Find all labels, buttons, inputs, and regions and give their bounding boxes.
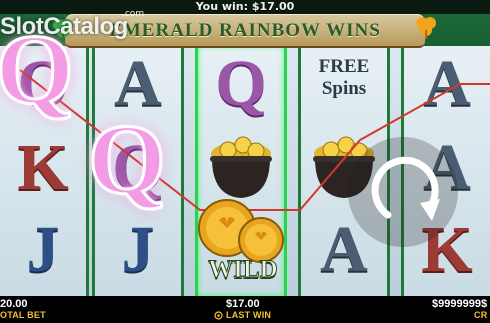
slot-game-screen: Q K J A Q J Q FREE Spins A A A K Q Q WIL…	[0, 0, 490, 323]
wild-label: WILD	[208, 256, 278, 284]
wild-symbol: WILD	[191, 198, 295, 294]
symbol-q: Q	[215, 47, 267, 120]
last-win-value: $17.00	[226, 298, 260, 310]
symbol-a: A	[423, 47, 471, 120]
spin-button[interactable]	[348, 137, 458, 247]
symbol-j: J	[121, 213, 155, 286]
last-win-label: LAST WIN	[226, 310, 272, 320]
watermark-brand: SlotCatalog	[0, 13, 128, 40]
spin-arrow-icon	[371, 156, 440, 221]
highlighted-q-symbol: Q	[87, 104, 168, 215]
total-bet-value: 20.00	[0, 298, 28, 310]
symbol-k: K	[17, 131, 69, 204]
clover-icon	[416, 17, 436, 39]
credit-value: $9999999$	[432, 298, 488, 310]
slotcatalog-watermark: .com SlotCatalog	[0, 3, 160, 40]
credit-label: CR	[474, 310, 488, 320]
last-win-icon	[214, 311, 223, 320]
free-spins-symbol: FREE Spins	[301, 56, 387, 100]
pot-of-gold-icon	[210, 136, 272, 198]
total-bet-label[interactable]: OTAL BET	[0, 310, 46, 320]
symbol-j: J	[26, 213, 60, 286]
free-spins-line2: Spins	[321, 78, 367, 99]
bottom-control-bar: 20.00 OTAL BET $17.00 LAST WIN $9999999$…	[0, 296, 490, 323]
free-spins-line1: FREE	[318, 56, 370, 77]
